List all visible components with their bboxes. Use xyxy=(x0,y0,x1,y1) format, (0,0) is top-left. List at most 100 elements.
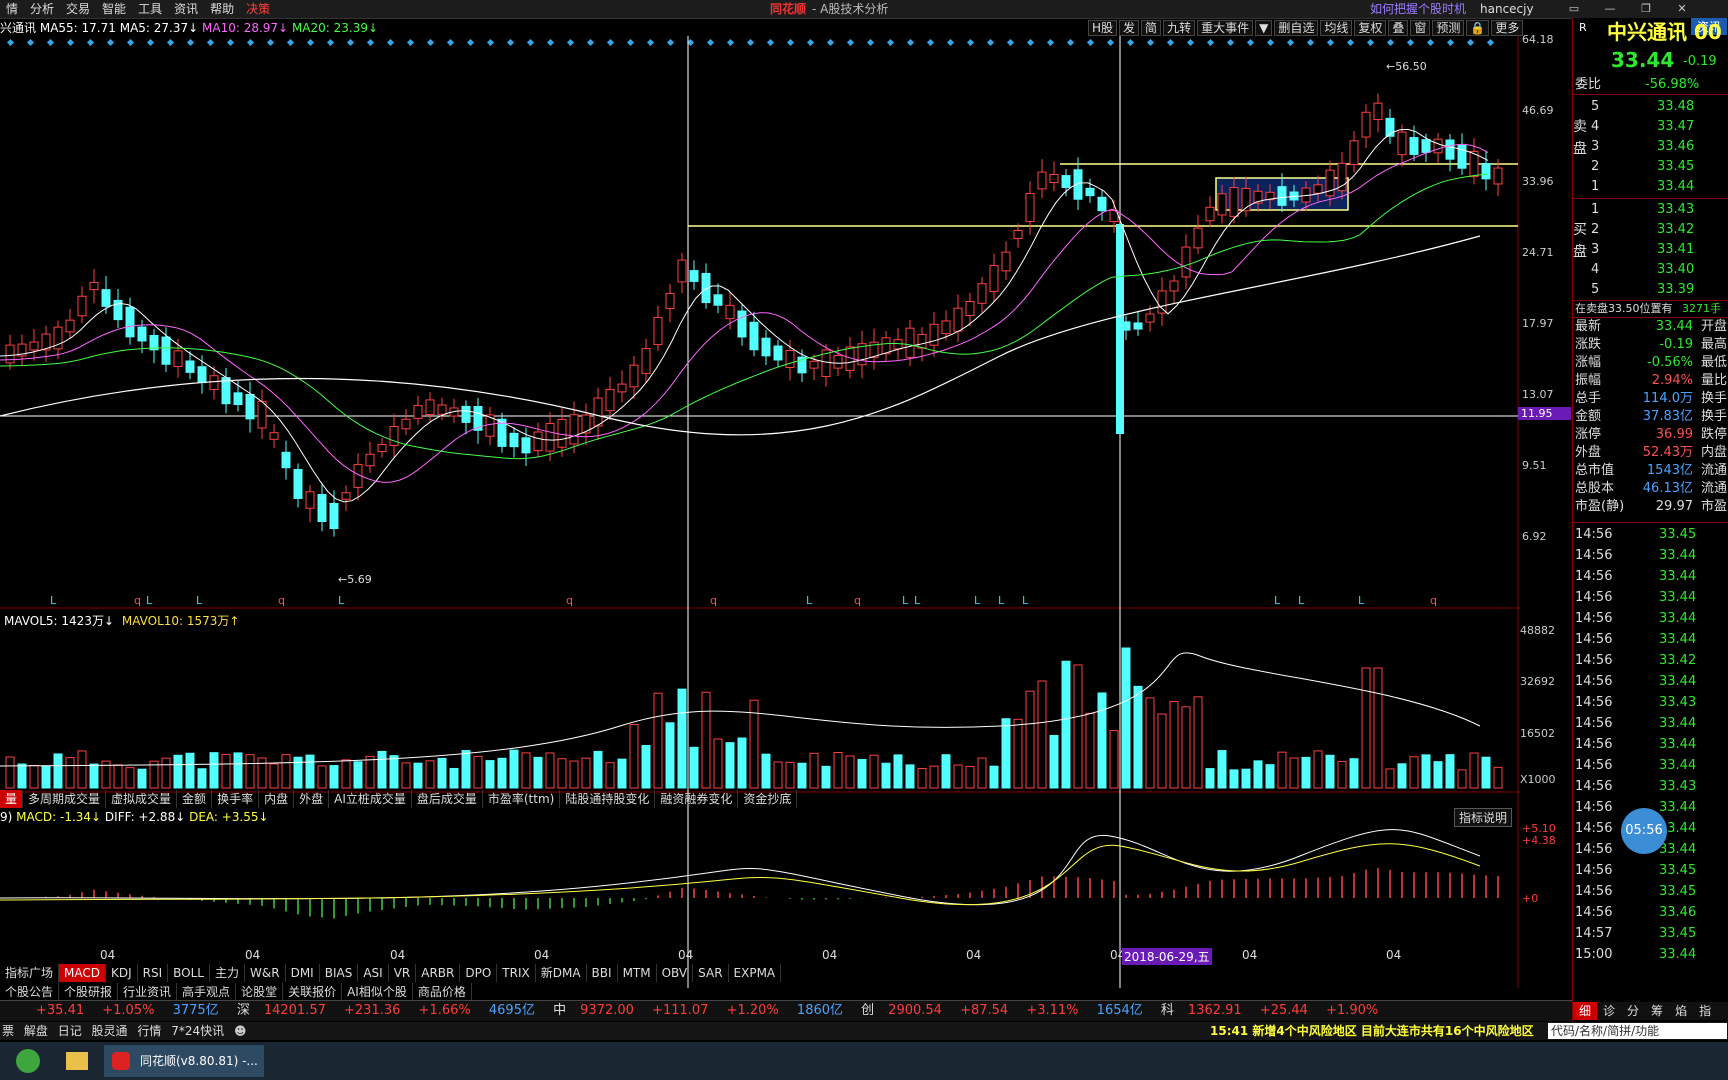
tab-obv[interactable]: OBV xyxy=(657,964,694,982)
candle[interactable] xyxy=(557,418,567,448)
tab-dpo[interactable]: DPO xyxy=(460,964,498,982)
tab-indicator-square[interactable]: 指标广场 xyxy=(0,964,60,982)
candle[interactable] xyxy=(1229,187,1239,217)
event-diamond[interactable] xyxy=(626,38,635,47)
event-diamond[interactable] xyxy=(1226,38,1235,47)
candle[interactable] xyxy=(1061,175,1071,188)
candle[interactable] xyxy=(209,375,219,391)
tab-main-force[interactable]: 主力 xyxy=(210,964,246,982)
bottom-item[interactable]: 票 xyxy=(2,1024,14,1038)
event-diamond[interactable] xyxy=(486,38,495,47)
candle[interactable] xyxy=(773,345,783,361)
candle[interactable] xyxy=(1169,280,1179,292)
toolbar-ma-button[interactable]: 均线 xyxy=(1320,20,1353,36)
event-diamond[interactable] xyxy=(26,38,35,47)
signal-marker[interactable]: L xyxy=(196,594,203,607)
event-diamond[interactable] xyxy=(266,38,275,47)
signal-marker[interactable]: q xyxy=(278,594,285,607)
event-diamond[interactable] xyxy=(866,38,875,47)
ask-level[interactable]: 2 33.45 xyxy=(1591,158,1727,176)
candle[interactable] xyxy=(1013,229,1023,240)
code-search-input[interactable]: 代码/名称/简拼/功能 xyxy=(1548,1023,1727,1039)
signal-marker[interactable]: q xyxy=(710,594,717,607)
event-diamond[interactable] xyxy=(946,38,955,47)
taskbar-app-button[interactable]: 同花顺(v8.80.81) -... xyxy=(104,1045,264,1077)
candle[interactable] xyxy=(1085,187,1095,197)
menu-item[interactable]: 分析 xyxy=(24,0,60,18)
event-diamond[interactable] xyxy=(606,38,615,47)
toolbar-hk-button[interactable]: H股 xyxy=(1088,20,1118,36)
tab-wr[interactable]: W&R xyxy=(245,964,286,982)
candle[interactable] xyxy=(281,451,291,469)
event-diamond[interactable] xyxy=(826,38,835,47)
event-diamond[interactable] xyxy=(226,38,235,47)
menu-item[interactable]: 帮助 xyxy=(204,0,240,18)
tab-related-quotes[interactable]: 关联报价 xyxy=(283,983,343,1001)
candle[interactable] xyxy=(881,337,891,355)
event-diamond[interactable] xyxy=(426,38,435,47)
event-diamond[interactable] xyxy=(466,38,475,47)
tab-multi-period-volume[interactable]: 多周期成交量 xyxy=(23,790,107,808)
event-diamond[interactable] xyxy=(6,38,15,47)
right-tab[interactable]: 筹 xyxy=(1645,1002,1669,1020)
event-diamond[interactable] xyxy=(566,38,575,47)
event-diamond[interactable] xyxy=(1326,38,1335,47)
candle[interactable] xyxy=(653,316,663,346)
candle[interactable] xyxy=(629,364,639,388)
event-diamond[interactable] xyxy=(1486,38,1495,47)
tab-hk-connect[interactable]: 陆股通持股变化 xyxy=(560,790,656,808)
candle[interactable] xyxy=(1193,227,1203,249)
event-diamond[interactable] xyxy=(1466,38,1475,47)
event-diamond[interactable] xyxy=(146,38,155,47)
lock-icon[interactable]: 🔒 xyxy=(1466,20,1490,36)
candle[interactable] xyxy=(809,360,819,369)
candle[interactable] xyxy=(1337,162,1347,192)
bottom-item[interactable]: 日记 xyxy=(58,1024,82,1038)
tab-capital-bottom[interactable]: 资金抄底 xyxy=(738,790,798,808)
candle[interactable] xyxy=(509,432,519,448)
chart-canvas[interactable]: LqLLqLqqLqLLLLLLLLq xyxy=(0,36,1572,1000)
zx-label[interactable]: 中 xyxy=(553,1003,566,1018)
event-diamond[interactable] xyxy=(126,38,135,47)
event-diamond[interactable] xyxy=(506,38,515,47)
bottom-item[interactable]: 股灵通 xyxy=(92,1024,128,1038)
event-diamond[interactable] xyxy=(406,38,415,47)
candle[interactable] xyxy=(317,494,327,522)
candle[interactable] xyxy=(1445,139,1455,160)
tab-kdj[interactable]: KDJ xyxy=(106,964,138,982)
right-tab[interactable]: 分 xyxy=(1621,1002,1645,1020)
event-diamond[interactable] xyxy=(1286,38,1295,47)
tab-asi[interactable]: ASI xyxy=(358,964,389,982)
tab-trix[interactable]: TRIX xyxy=(497,964,536,982)
candle[interactable] xyxy=(161,336,171,365)
floating-clock-button[interactable]: 05:56 xyxy=(1621,808,1667,854)
event-diamond[interactable] xyxy=(1366,38,1375,47)
event-diamond[interactable] xyxy=(646,38,655,47)
candle[interactable] xyxy=(833,354,843,369)
event-diamond[interactable] xyxy=(546,38,555,47)
indicator-help-button[interactable]: 指标说明 xyxy=(1454,808,1513,827)
right-tab[interactable]: 细 xyxy=(1573,1002,1598,1020)
signal-marker[interactable]: L xyxy=(974,594,981,607)
signal-marker[interactable]: q xyxy=(1430,594,1437,607)
candle[interactable] xyxy=(173,350,183,367)
tab-pe-ttm[interactable]: 市盈率(ttm) xyxy=(483,790,561,808)
robot-icon[interactable]: ☻ xyxy=(234,1024,247,1038)
tab-forum[interactable]: 论股堂 xyxy=(236,983,284,1001)
candle[interactable] xyxy=(989,265,999,292)
event-diamond[interactable] xyxy=(326,38,335,47)
event-diamond[interactable] xyxy=(746,38,755,47)
toolbar-window-button[interactable]: 窗 xyxy=(1410,20,1431,36)
event-diamond[interactable] xyxy=(1146,38,1155,47)
candle[interactable] xyxy=(89,281,99,291)
candle[interactable] xyxy=(1373,102,1383,121)
event-diamond[interactable] xyxy=(1306,38,1315,47)
menu-item[interactable]: 智能 xyxy=(96,0,132,18)
candle[interactable] xyxy=(1361,111,1371,138)
candle[interactable] xyxy=(1493,167,1503,185)
event-diamond[interactable] xyxy=(66,38,75,47)
tab-margin[interactable]: 融资融券变化 xyxy=(655,790,739,808)
candle[interactable] xyxy=(461,405,471,423)
candle[interactable] xyxy=(245,393,255,420)
candle[interactable] xyxy=(137,326,147,342)
